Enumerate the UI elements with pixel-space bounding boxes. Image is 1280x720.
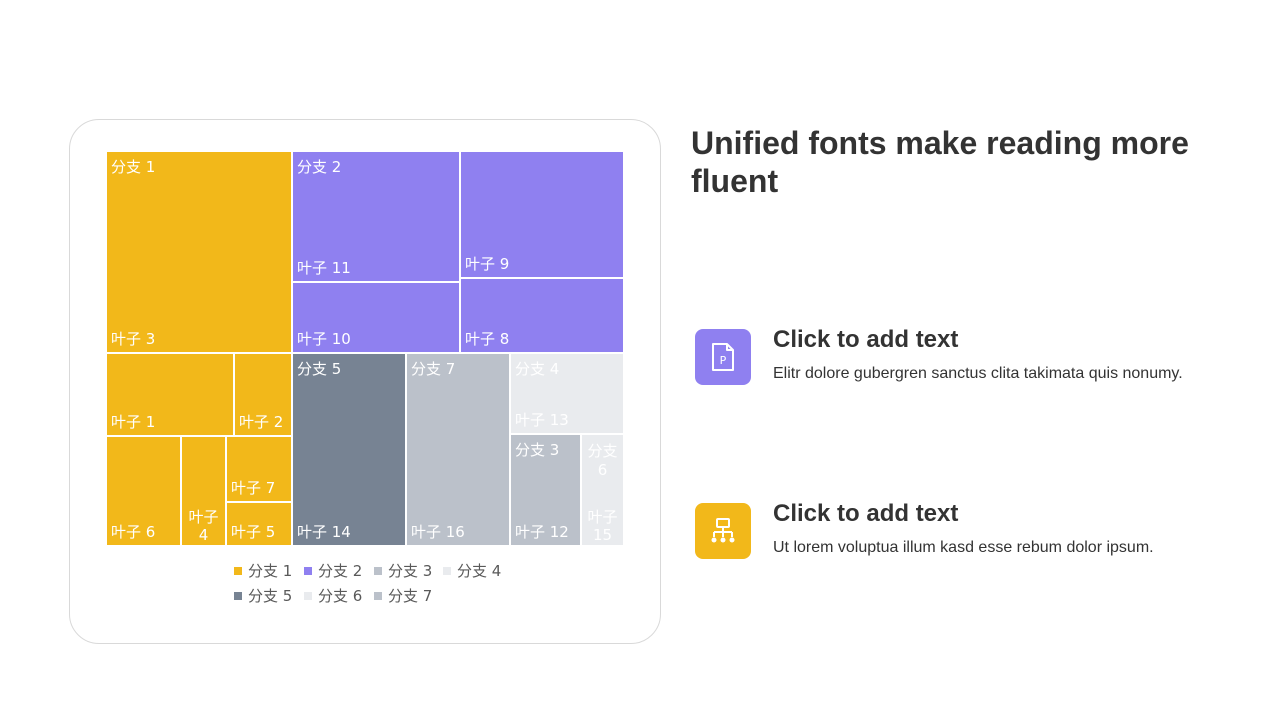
feature-1-title[interactable]: Click to add text [773,326,958,354]
feature-1-description[interactable]: Elitr dolore gubergren sanctus clita tak… [773,365,1183,383]
document-p-icon: P [695,329,751,385]
org-chart-icon [695,503,751,559]
document-p-icon-glyph: P [712,343,734,371]
feature-2: Click to add text Ut lorem voluptua illu… [695,500,1235,573]
svg-text:P: P [720,354,727,367]
feature-1: P Click to add text Elitr dolore gubergr… [695,326,1235,399]
org-chart-icon-glyph [711,518,735,543]
feature-2-title[interactable]: Click to add text [773,500,958,528]
chart-card [69,119,661,644]
headline[interactable]: Unified fonts make reading more fluent [691,124,1231,200]
feature-2-description[interactable]: Ut lorem voluptua illum kasd esse rebum … [773,539,1154,557]
